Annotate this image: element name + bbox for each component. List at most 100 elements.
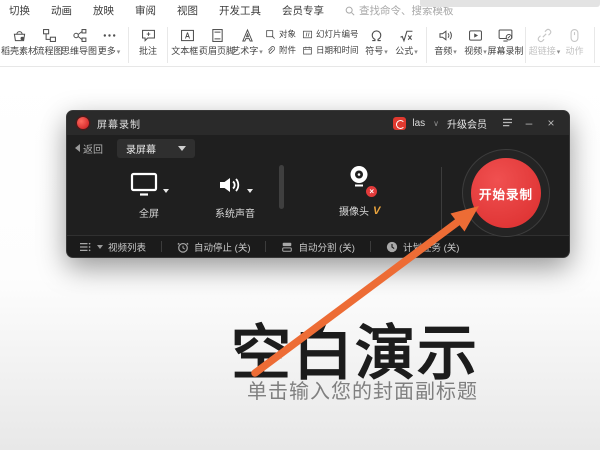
audio-speaker-icon	[437, 27, 454, 44]
slide-number-icon	[302, 29, 313, 40]
dropdown-caret-icon	[97, 245, 103, 249]
chevron-down-icon[interactable]: ∨	[433, 119, 439, 128]
fullscreen-label: 全屏	[139, 205, 159, 220]
footer-divider	[370, 241, 371, 252]
ribbon-item-docer-material[interactable]: 稻壳素材	[4, 25, 34, 58]
more-dots-icon	[101, 27, 118, 44]
ribbon-item-header-footer[interactable]: 页眉页脚	[202, 25, 232, 58]
ribbon-item-date-time[interactable]: 日期和时间	[302, 44, 359, 56]
textbox-icon	[179, 27, 196, 44]
scheduled-task-toggle[interactable]: 计划任务 (关)	[386, 240, 459, 254]
dropdown-caret-icon	[163, 189, 169, 193]
ribbon-item-video[interactable]: 视频	[461, 25, 491, 60]
ribbon-toolbar: 稻壳素材 流程图 思维导图 更多 批注 文本框 页眉页脚	[0, 21, 600, 67]
ribbon-stack-object-attachment: 对象 附件	[265, 25, 296, 56]
auto-split-toggle[interactable]: 自动分割 (关)	[281, 240, 354, 254]
record-dot-icon	[77, 117, 89, 129]
menu-item-view[interactable]: 视图	[177, 3, 198, 18]
ribbon-item-more[interactable]: 更多	[94, 25, 124, 60]
attachment-icon	[265, 45, 276, 56]
formula-icon	[398, 27, 415, 44]
docer-material-icon	[11, 27, 28, 44]
fullscreen-option[interactable]: 全屏	[129, 167, 169, 220]
dropdown-caret-icon	[178, 146, 186, 151]
auto-stop-toggle[interactable]: 自动停止 (关)	[177, 240, 250, 254]
menu-icon[interactable]	[499, 115, 515, 131]
account-name[interactable]: las	[412, 118, 425, 129]
window-edge	[420, 0, 600, 7]
clock-icon	[386, 241, 398, 253]
wordart-icon	[239, 27, 256, 44]
screen-record-dialog: 屏幕录制 las ∨ 升级会员 – × 返回 录屏幕	[66, 110, 570, 258]
menu-bar: 切换 动画 放映 审阅 视图 开发工具 会员专享 查找命令、搜索模板	[0, 0, 600, 21]
menu-item-member[interactable]: 会员专享	[282, 3, 324, 18]
video-list-button[interactable]: 视频列表	[79, 240, 146, 254]
alarm-clock-icon	[177, 241, 189, 253]
dropdown-caret-icon	[247, 189, 253, 193]
ribbon-separator	[128, 27, 129, 63]
flowchart-icon	[41, 27, 58, 44]
back-arrow-icon	[75, 144, 80, 152]
ribbon-item-attachment[interactable]: 附件	[265, 44, 296, 56]
start-record-ring: 开始录制	[462, 149, 550, 237]
system-audio-label: 系统声音	[215, 205, 255, 220]
symbol-omega-icon	[368, 27, 385, 44]
ribbon-item-audio[interactable]: 音频	[431, 25, 461, 60]
split-icon	[281, 241, 293, 253]
monitor-icon	[129, 171, 159, 197]
hyperlink-icon	[536, 27, 553, 44]
ribbon-item-hyperlink: 超链接	[530, 25, 560, 60]
ribbon-item-object[interactable]: 对象	[265, 28, 296, 40]
ribbon-item-symbol[interactable]: 符号	[362, 25, 392, 60]
vertical-divider	[441, 167, 442, 229]
vip-badge: V	[373, 205, 380, 217]
app-window: 切换 动画 放映 审阅 视图 开发工具 会员专享 查找命令、搜索模板 稻壳素材 …	[0, 0, 600, 450]
dialog-footer: 视频列表 自动停止 (关) 自动分割 (关) 计划任务 (关)	[67, 235, 569, 257]
speaker-icon	[217, 173, 243, 197]
comment-icon	[140, 27, 157, 44]
ribbon-item-comment[interactable]: 批注	[133, 25, 163, 58]
upgrade-member-link[interactable]: 升级会员	[447, 116, 487, 131]
ribbon-item-wordart[interactable]: 艺术字	[232, 25, 262, 60]
ribbon-separator	[426, 27, 427, 63]
video-icon	[467, 27, 484, 44]
slide-subtitle[interactable]: 单击输入您的封面副标题	[247, 375, 478, 404]
mindmap-icon	[71, 27, 88, 44]
header-footer-icon	[209, 27, 226, 44]
ribbon-item-flowchart[interactable]: 流程图	[34, 25, 64, 58]
ribbon-separator	[525, 27, 526, 63]
start-record-button[interactable]: 开始录制	[471, 158, 541, 228]
scrollbar-thumb[interactable]	[279, 165, 284, 209]
ribbon-separator	[594, 27, 595, 63]
ribbon-item-slide-number[interactable]: 幻灯片编号	[302, 28, 359, 40]
menu-item-animation[interactable]: 动画	[51, 3, 72, 18]
date-time-icon	[302, 45, 313, 56]
ribbon-stack-slidenumber-datetime: 幻灯片编号 日期和时间	[302, 25, 359, 56]
close-icon[interactable]: ×	[543, 115, 559, 131]
ribbon-item-textbox[interactable]: 文本框	[172, 25, 202, 60]
ribbon-item-action: 动作	[560, 25, 590, 58]
ribbon-separator	[167, 27, 168, 63]
ribbon-item-screen-record[interactable]: 屏幕录制	[491, 25, 521, 58]
menu-item-transition[interactable]: 切换	[9, 3, 30, 18]
footer-divider	[161, 241, 162, 252]
menu-item-slideshow[interactable]: 放映	[93, 3, 114, 18]
menu-item-review[interactable]: 审阅	[135, 3, 156, 18]
list-icon	[79, 242, 91, 252]
ribbon-item-mindmap[interactable]: 思维导图	[64, 25, 94, 58]
screen-record-icon	[497, 27, 514, 44]
camera-option[interactable]: × 摄像头 V	[339, 165, 380, 218]
record-mode-dropdown[interactable]: 录屏幕	[117, 139, 195, 158]
mouse-action-icon	[566, 27, 583, 44]
back-button[interactable]: 返回	[75, 141, 103, 156]
system-audio-option[interactable]: 系统声音	[215, 167, 255, 220]
dialog-titlebar[interactable]: 屏幕录制 las ∨ 升级会员 – ×	[67, 111, 569, 135]
object-icon	[265, 29, 276, 40]
minimize-icon[interactable]: –	[521, 115, 537, 131]
footer-divider	[265, 241, 266, 252]
ribbon-item-formula[interactable]: 公式	[392, 25, 422, 60]
wps-logo-icon	[393, 117, 406, 130]
search-icon	[345, 6, 355, 16]
menu-item-devtools[interactable]: 开发工具	[219, 3, 261, 18]
camera-label: 摄像头 V	[339, 203, 380, 218]
